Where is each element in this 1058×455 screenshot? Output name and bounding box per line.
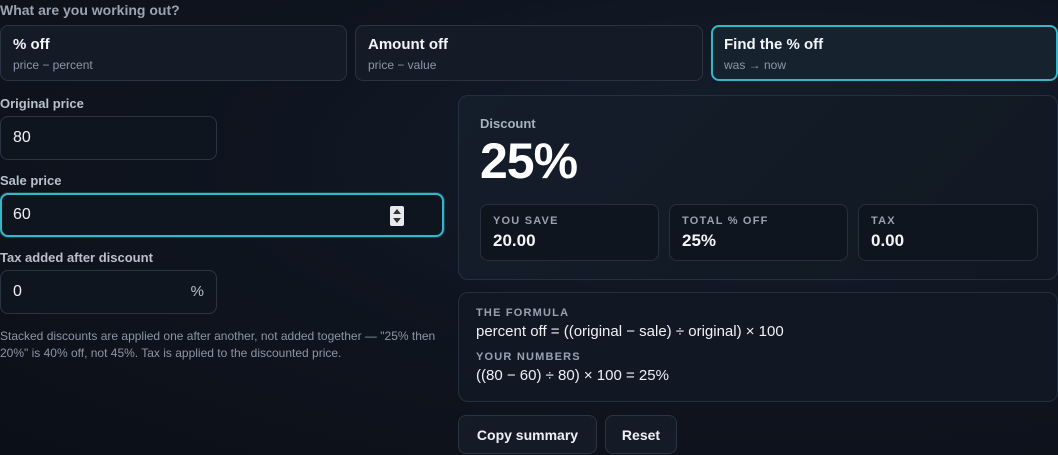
mode-subtitle: was → now	[724, 58, 787, 72]
tax-value: 0	[13, 283, 22, 300]
original-price-label: Original price	[0, 96, 84, 111]
tax-input[interactable]: 0 %	[0, 270, 217, 314]
numbers-heading: YOUR NUMBERS	[476, 351, 581, 363]
mode-amount-off[interactable]: Amount off price − value	[355, 25, 703, 81]
stat-tax: TAX 0.00	[858, 204, 1038, 261]
stat-you-save: YOU SAVE 20.00	[480, 204, 659, 261]
mode-subtitle: price − value	[368, 58, 437, 72]
mode-selector: % off price − percent Amount off price −…	[0, 25, 1058, 81]
numbers-text: ((80 − 60) ÷ 80) × 100 = 25%	[476, 367, 669, 384]
original-price-input[interactable]: 80	[0, 116, 217, 160]
mode-find-percent-off[interactable]: Find the % off was → now	[711, 25, 1058, 81]
percent-unit: %	[190, 283, 204, 300]
question-heading: What are you working out?	[0, 2, 180, 18]
mode-title: Find the % off	[724, 36, 824, 53]
mode-title: % off	[13, 36, 50, 53]
stat-key: TAX	[871, 215, 896, 227]
formula-heading: THE FORMULA	[476, 307, 570, 319]
mode-title: Amount off	[368, 36, 448, 53]
formula-text: percent off = ((original − sale) ÷ origi…	[476, 323, 784, 340]
mode-percent-off[interactable]: % off price − percent	[0, 25, 347, 81]
result-label: Discount	[480, 116, 536, 131]
tax-label: Tax added after discount	[0, 250, 153, 265]
stat-value: 25%	[682, 231, 717, 250]
sale-price-label: Sale price	[0, 173, 62, 188]
spin-down-icon[interactable]	[393, 218, 401, 223]
reset-button[interactable]: Reset	[605, 415, 677, 454]
sale-price-value: 60	[13, 206, 31, 223]
stat-total-percent-off: TOTAL % OFF 25%	[669, 204, 848, 261]
help-note: Stacked discounts are applied one after …	[0, 329, 436, 360]
result-card: Discount 25% YOU SAVE 20.00 TOTAL % OFF …	[458, 95, 1058, 280]
stat-key: YOU SAVE	[493, 215, 559, 227]
number-spinner[interactable]	[390, 206, 404, 226]
original-price-value: 80	[13, 129, 31, 146]
mode-subtitle: price − percent	[13, 58, 93, 72]
result-value: 25%	[480, 133, 578, 189]
sale-price-input[interactable]: 60	[0, 193, 444, 237]
stat-value: 0.00	[871, 231, 905, 250]
stat-value: 20.00	[493, 231, 536, 250]
copy-summary-button[interactable]: Copy summary	[458, 415, 597, 454]
stat-key: TOTAL % OFF	[682, 215, 769, 227]
formula-card: THE FORMULA percent off = ((original − s…	[458, 292, 1058, 402]
spin-up-icon[interactable]	[393, 209, 401, 214]
